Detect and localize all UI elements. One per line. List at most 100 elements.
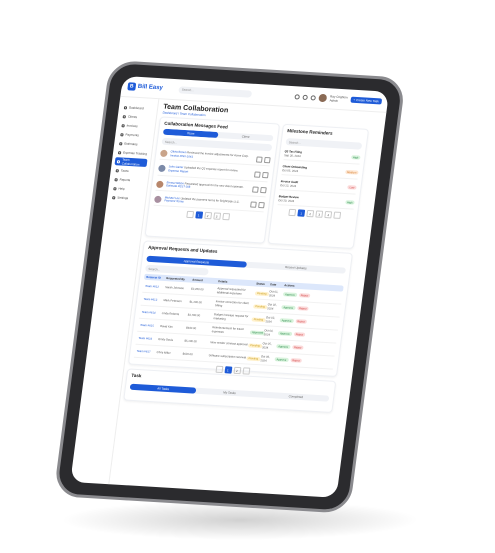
sidebar-item-label: Estimates bbox=[124, 141, 138, 147]
app-name: Bill Easy bbox=[137, 83, 164, 92]
date: Oct 05, 2024 bbox=[261, 341, 272, 350]
requested-by: Mark Peterson bbox=[163, 298, 182, 304]
request-id-link[interactable]: Team #616 bbox=[136, 336, 159, 341]
sidebar-item-icon bbox=[119, 141, 123, 145]
request-id-link[interactable]: Team #614 bbox=[140, 310, 163, 315]
approve-button[interactable]: Approve bbox=[277, 331, 293, 336]
global-search-input[interactable]: Search... bbox=[178, 85, 253, 98]
user-block[interactable]: Ray Crighton Admin bbox=[329, 94, 348, 103]
details: Budget increase request for marketing bbox=[213, 312, 249, 321]
sidebar-item-label: Settings bbox=[117, 195, 129, 201]
more-icon[interactable] bbox=[261, 171, 269, 179]
prev-page-icon[interactable] bbox=[214, 365, 223, 374]
message-icon[interactable] bbox=[302, 94, 309, 100]
message-actions bbox=[253, 171, 269, 179]
message-avatar bbox=[153, 195, 162, 203]
prev-page-icon[interactable] bbox=[288, 208, 297, 217]
notification-icon[interactable] bbox=[294, 93, 301, 100]
prev-page-icon[interactable] bbox=[185, 210, 194, 219]
page-number[interactable]: 3 bbox=[315, 210, 324, 218]
status-cell: Pending bbox=[246, 355, 261, 361]
next-page-icon[interactable] bbox=[241, 367, 250, 375]
milestone-info: Client Onboarding Oct 05, 2024 bbox=[282, 164, 307, 173]
sidebar-item-label: Clients bbox=[127, 114, 138, 120]
status-badge: Pending bbox=[246, 355, 261, 361]
requested-by: Chris Miller bbox=[156, 350, 171, 355]
sidebar-item-icon bbox=[117, 150, 122, 154]
reply-icon[interactable] bbox=[250, 201, 257, 209]
page-number[interactable]: 4 bbox=[324, 210, 333, 219]
sidebar-item-label: Reports bbox=[119, 177, 131, 183]
reply-icon[interactable] bbox=[251, 186, 259, 193]
page-number[interactable]: 1 bbox=[223, 366, 232, 374]
milestone-item[interactable]: Budget Review Oct 20, 2024 High bbox=[277, 192, 356, 210]
reject-button[interactable]: Reject bbox=[291, 345, 304, 350]
collaboration-feed-card: Collaboration Messages Feed Team Client … bbox=[144, 116, 281, 244]
tab-completed[interactable]: Completed bbox=[262, 392, 329, 402]
column-header: Date bbox=[270, 282, 277, 287]
milestone-status-badge: Medium bbox=[344, 169, 359, 175]
reject-button[interactable]: Reject bbox=[296, 306, 309, 311]
amount: $940.00 bbox=[185, 325, 197, 331]
sidebar-item-icon bbox=[120, 132, 124, 136]
reject-button[interactable]: Reject bbox=[298, 293, 311, 298]
approve-button[interactable]: Approve bbox=[282, 292, 298, 297]
tab-my-tasks[interactable]: My Tasks bbox=[196, 388, 263, 398]
next-page-icon[interactable] bbox=[221, 212, 230, 221]
reply-icon[interactable] bbox=[253, 171, 261, 178]
reject-button[interactable]: Reject bbox=[290, 358, 302, 363]
message-body: Emma Wilson Requested approval for the n… bbox=[166, 180, 250, 193]
message-avatar bbox=[157, 164, 166, 173]
request-id-link[interactable]: Team #617 bbox=[134, 349, 157, 354]
approve-button[interactable]: Approve bbox=[276, 344, 291, 349]
column-header: Status bbox=[256, 281, 266, 286]
actions-cell: Approve Reject bbox=[279, 318, 309, 324]
create-task-button[interactable]: + Create New Task bbox=[349, 96, 383, 105]
sidebar-item[interactable]: Settings bbox=[110, 193, 143, 203]
page-number[interactable]: 2 bbox=[232, 366, 241, 375]
request-id-link[interactable]: Team #615 bbox=[138, 323, 161, 328]
approve-button[interactable]: Approve bbox=[281, 305, 296, 310]
approve-button[interactable]: Approve bbox=[274, 357, 289, 362]
amount: $2,450.00 bbox=[190, 286, 204, 292]
page-number[interactable]: 3 bbox=[212, 212, 221, 220]
message-actions bbox=[251, 186, 267, 194]
tablet-device: B Bill Easy Search... Ray Crighton Admin… bbox=[53, 60, 406, 514]
milestone-info: Invoice Audit Oct 12, 2024 bbox=[280, 179, 299, 188]
actions-cell: Approve Reject bbox=[281, 305, 310, 311]
reject-button[interactable]: Reject bbox=[295, 319, 308, 324]
settings-icon[interactable] bbox=[310, 94, 317, 101]
reply-icon[interactable] bbox=[255, 156, 263, 163]
details: New vendor contract approval bbox=[210, 340, 248, 347]
requested-by: David Kim bbox=[159, 324, 174, 329]
reject-button[interactable]: Reject bbox=[293, 332, 306, 337]
status-cell: Approved bbox=[249, 329, 266, 335]
sidebar-item-icon bbox=[116, 159, 121, 163]
details: Approval requested for additional expens… bbox=[216, 286, 246, 296]
approve-button[interactable]: Approve bbox=[279, 318, 294, 323]
request-id-link[interactable]: Team #613 bbox=[141, 297, 164, 302]
request-id-link[interactable]: Team #612 bbox=[143, 284, 166, 289]
page-number[interactable]: 1 bbox=[297, 209, 306, 217]
next-page-icon[interactable] bbox=[333, 211, 342, 219]
page-number[interactable]: 2 bbox=[203, 211, 212, 220]
feed-search-placeholder: Search... bbox=[164, 139, 178, 145]
sidebar-item-icon bbox=[115, 168, 120, 172]
sidebar-item-icon bbox=[113, 186, 117, 190]
user-avatar[interactable] bbox=[318, 93, 328, 103]
date: Oct 01, 2024 bbox=[268, 289, 279, 298]
user-role: Admin bbox=[329, 98, 339, 103]
actions-cell: Approve Reject bbox=[274, 357, 303, 363]
date: Oct 02, 2024 bbox=[266, 302, 278, 311]
sidebar-item-icon bbox=[122, 114, 127, 118]
tab-all-tasks[interactable]: All Tasks bbox=[129, 383, 197, 394]
requested-by: Linda Roberts bbox=[161, 311, 180, 317]
status-badge: Pending bbox=[251, 316, 266, 322]
more-icon[interactable] bbox=[263, 156, 271, 163]
app-logo[interactable]: B Bill Easy bbox=[127, 82, 173, 93]
page-number[interactable]: 1 bbox=[194, 211, 203, 219]
more-icon[interactable] bbox=[258, 202, 265, 209]
amount: $1,200.00 bbox=[189, 299, 203, 305]
more-icon[interactable] bbox=[259, 187, 267, 194]
page-number[interactable]: 2 bbox=[306, 209, 315, 218]
